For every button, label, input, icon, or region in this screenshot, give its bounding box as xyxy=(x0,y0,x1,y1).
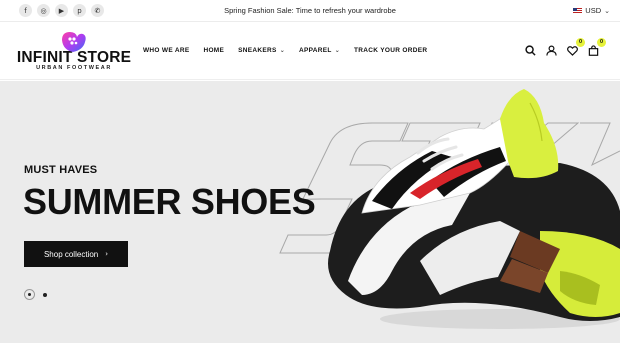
pinterest-icon[interactable]: p xyxy=(73,4,86,17)
user-icon xyxy=(546,45,557,56)
site-header: INFINIT STORE URBAN FOOTWEAR WHO WE ARE … xyxy=(0,22,620,80)
currency-selector[interactable]: USD ⌄ xyxy=(573,6,610,15)
nav-sneakers[interactable]: SNEAKERS ⌄ xyxy=(238,47,285,54)
search-icon xyxy=(525,45,536,56)
logo-subtitle: URBAN FOOTWEAR xyxy=(36,64,112,71)
announcement-bar: f ◎ ▶ p ✆ Spring Fashion Sale: Time to r… xyxy=(0,0,620,22)
slide-dot-2[interactable] xyxy=(43,292,47,297)
header-actions: 0 0 xyxy=(524,38,606,57)
facebook-icon[interactable]: f xyxy=(19,4,32,17)
main-nav: WHO WE ARE HOME SNEAKERS ⌄ APPAREL ⌄ TRACK… xyxy=(143,47,427,54)
nav-track-your-order[interactable]: TRACK YOUR ORDER xyxy=(354,47,427,54)
chevron-down-icon: ⌄ xyxy=(604,6,610,15)
hero-slider: MUST HAVES SUMMER SHOES Shop collection … xyxy=(0,81,620,343)
instagram-icon[interactable]: ◎ xyxy=(37,4,50,17)
us-flag-icon xyxy=(573,7,583,14)
nav-label: TRACK YOUR ORDER xyxy=(354,47,428,54)
hero-headline: SUMMER SHOES xyxy=(23,181,316,222)
nav-label: WHO WE ARE xyxy=(143,47,190,54)
cart-count-badge: 0 xyxy=(597,38,606,47)
nav-apparel[interactable]: APPAREL ⌄ xyxy=(299,47,340,54)
youtube-icon[interactable]: ▶ xyxy=(55,4,68,17)
store-logo[interactable]: INFINIT STORE URBAN FOOTWEAR xyxy=(17,28,131,74)
wishlist-count-badge: 0 xyxy=(576,38,585,47)
nav-label: SNEAKERS xyxy=(238,47,277,54)
chevron-right-icon: › xyxy=(105,250,109,258)
shop-collection-button[interactable]: Shop collection › xyxy=(24,241,128,267)
whatsapp-icon[interactable]: ✆ xyxy=(91,4,104,17)
chevron-down-icon: ⌄ xyxy=(334,47,341,54)
nav-label: HOME xyxy=(203,47,225,54)
logo-mark-icon xyxy=(62,31,86,52)
slider-pagination xyxy=(24,289,47,300)
heart-icon xyxy=(567,45,578,56)
search-button[interactable] xyxy=(524,44,537,57)
chevron-down-icon: ⌄ xyxy=(279,47,286,54)
currency-label: USD xyxy=(585,6,602,15)
nav-home[interactable]: HOME xyxy=(203,47,224,54)
cta-label: Shop collection xyxy=(43,249,99,259)
hero-eyebrow: MUST HAVES xyxy=(24,164,98,176)
wishlist-button[interactable]: 0 xyxy=(566,38,585,57)
nav-who-we-are[interactable]: WHO WE ARE xyxy=(143,47,189,54)
account-button[interactable] xyxy=(545,44,558,57)
social-links: f ◎ ▶ p ✆ xyxy=(19,4,104,17)
cart-button[interactable]: 0 xyxy=(587,38,606,57)
slide-dot-1[interactable] xyxy=(24,289,35,300)
nav-label: APPAREL xyxy=(299,47,332,54)
bag-icon xyxy=(588,45,599,56)
